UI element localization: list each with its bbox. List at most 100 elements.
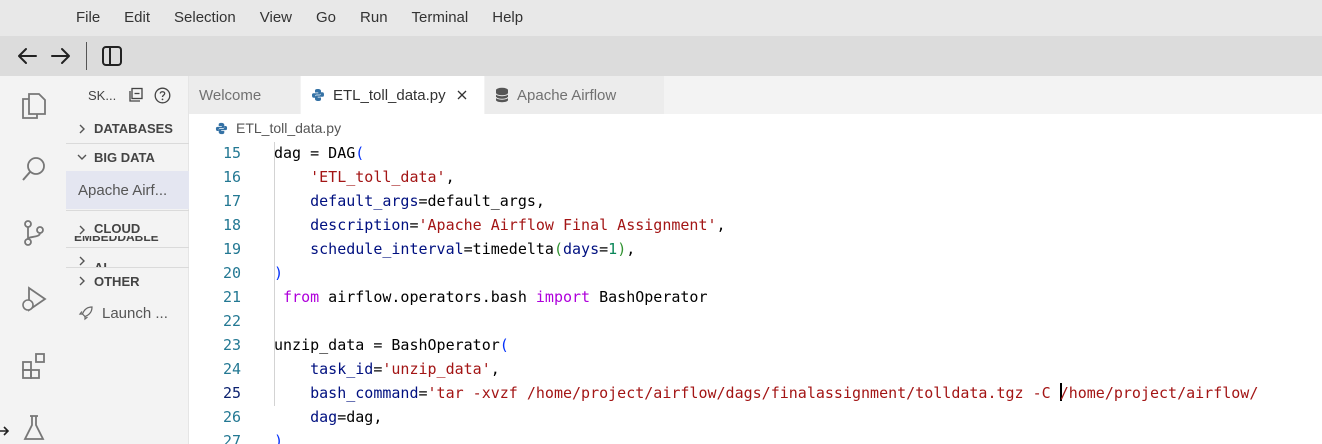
nav-divider (86, 42, 87, 70)
code-text: default_args=default_args, (310, 192, 545, 210)
activity-bar (0, 76, 66, 444)
menu-edit[interactable]: Edit (112, 0, 162, 36)
python-file-icon (215, 122, 228, 135)
explorer-icon[interactable] (17, 88, 51, 122)
extensions-icon[interactable] (17, 348, 51, 382)
section-big-data[interactable]: BIG DATA (66, 143, 189, 170)
chevron-right-icon (74, 275, 90, 287)
tab-etl-toll-data[interactable]: ETL_toll_data.py (301, 76, 485, 114)
chevron-down-icon (74, 152, 90, 162)
breadcrumb: ETL_toll_data.py (189, 114, 1322, 142)
line-number: 18 (222, 216, 241, 234)
code-editor[interactable]: 15 dag = DAG(16 'ETL_toll_data', 17 defaul… (189, 142, 1322, 444)
section-ai[interactable]: AI (66, 247, 189, 267)
sidebar-item-apache-airflow[interactable]: Apache Airf... (66, 171, 189, 209)
sidebar-item-label: Apache Airf... (78, 181, 168, 199)
tab-label: Welcome (199, 86, 262, 104)
run-debug-icon[interactable] (17, 282, 51, 316)
line-number: 24 (222, 360, 241, 378)
menu-terminal[interactable]: Terminal (400, 0, 481, 36)
menu-run[interactable]: Run (348, 0, 400, 36)
section-label: OTHER (94, 273, 140, 289)
section-databases[interactable]: DATABASES (66, 115, 189, 142)
arrow-right-icon (51, 48, 70, 64)
sidebar-item-label: Launch ... (102, 304, 168, 322)
code-line[interactable]: 27) (189, 429, 1322, 444)
section-embeddable[interactable]: EMBEDDABLE (66, 236, 189, 247)
testing-flask-icon[interactable] (17, 410, 51, 444)
code-text: unzip_data = BashOperator( (274, 336, 509, 354)
code-text: dag=dag, (310, 408, 383, 426)
line-number: 26 (222, 408, 241, 426)
forward-button[interactable] (46, 41, 76, 71)
code-text: description='Apache Airflow Final Assign… (310, 216, 726, 234)
code-line[interactable]: 16 'ETL_toll_data', (189, 165, 1322, 189)
line-number: 19 (222, 240, 241, 258)
code-text: task_id='unzip_data', (310, 360, 500, 378)
search-icon[interactable] (17, 152, 51, 186)
back-button[interactable] (12, 41, 42, 71)
split-panel-icon (102, 46, 122, 66)
menu-file[interactable]: File (64, 0, 112, 36)
rocket-icon (78, 305, 94, 321)
code-text: 'ETL_toll_data', (310, 168, 455, 186)
code-line[interactable]: 24 task_id='unzip_data', (189, 357, 1322, 381)
chevron-right-icon (74, 123, 90, 135)
tab-label: ETL_toll_data.py (333, 86, 446, 104)
menu-view[interactable]: View (248, 0, 304, 36)
menu-help[interactable]: Help (480, 0, 535, 36)
sidebar-header: SK... (66, 76, 189, 114)
code-line[interactable]: 18 description='Apache Airflow Final Ass… (189, 213, 1322, 237)
code-line[interactable]: 21 from airflow.operators.bash import Ba… (189, 285, 1322, 309)
python-file-icon (311, 88, 325, 102)
tab-label: Apache Airflow (517, 86, 617, 104)
section-label: EMBEDDABLE (74, 236, 159, 244)
code-text: dag = DAG( (274, 144, 365, 162)
source-control-icon[interactable] (17, 216, 51, 250)
section-label: CLOUD (94, 221, 141, 236)
menu-bar: File Edit Selection View Go Run Terminal… (0, 0, 1322, 36)
editor-tabs: Welcome ETL_toll_data.py Apache Airflow (189, 76, 1322, 114)
section-cloud[interactable]: CLOUD (66, 210, 189, 236)
line-number: 15 (222, 144, 241, 162)
login-arrow-icon[interactable] (0, 422, 12, 444)
menu-go[interactable]: Go (304, 0, 348, 36)
sidebar-title: SK... (88, 87, 117, 103)
chevron-right-icon (74, 224, 90, 236)
tab-apache-airflow[interactable]: Apache Airflow (485, 76, 665, 114)
code-line[interactable]: 15 dag = DAG( (189, 142, 1322, 165)
close-icon[interactable] (456, 89, 468, 101)
section-label: DATABASES (94, 121, 173, 136)
code-line[interactable]: 26 dag=dag, (189, 405, 1322, 429)
line-number: 27 (222, 432, 241, 444)
code-line[interactable]: 20) (189, 261, 1322, 285)
section-label: AI (94, 260, 107, 267)
menu-selection[interactable]: Selection (162, 0, 248, 36)
line-number: 22 (222, 312, 241, 330)
code-line[interactable]: 17 default_args=default_args, (189, 189, 1322, 213)
help-icon[interactable] (154, 87, 171, 104)
line-number: 17 (222, 192, 241, 210)
code-text: ) (274, 264, 284, 282)
code-text: bash_command='tar -xvzf /home/project/ai… (310, 383, 1259, 402)
line-number: 25 (222, 384, 241, 402)
line-number: 23 (222, 336, 241, 354)
chevron-right-icon (74, 255, 90, 267)
toggle-panel-button[interactable] (97, 41, 127, 71)
arrow-left-icon (18, 48, 37, 64)
tab-welcome[interactable]: Welcome (189, 76, 301, 114)
code-line[interactable]: 22 (189, 309, 1322, 333)
database-icon (495, 87, 509, 103)
code-line[interactable]: 25 bash_command='tar -xvzf /home/project… (189, 381, 1322, 405)
section-other[interactable]: OTHER (66, 267, 189, 294)
line-number: 20 (222, 264, 241, 282)
line-number: 21 (222, 288, 241, 306)
breadcrumb-file[interactable]: ETL_toll_data.py (236, 120, 341, 136)
sidebar-item-launch[interactable]: Launch ... (66, 294, 189, 332)
line-number: 16 (222, 168, 241, 186)
code-line[interactable]: 19 schedule_interval=timedelta(days=1), (189, 237, 1322, 261)
collapse-all-icon[interactable] (128, 87, 144, 103)
code-line[interactable]: 23 unzip_data = BashOperator( (189, 333, 1322, 357)
sidebar: SK... DATABASES BIG DATA Apache Airf... … (66, 76, 189, 444)
code-text: ) (274, 432, 284, 444)
